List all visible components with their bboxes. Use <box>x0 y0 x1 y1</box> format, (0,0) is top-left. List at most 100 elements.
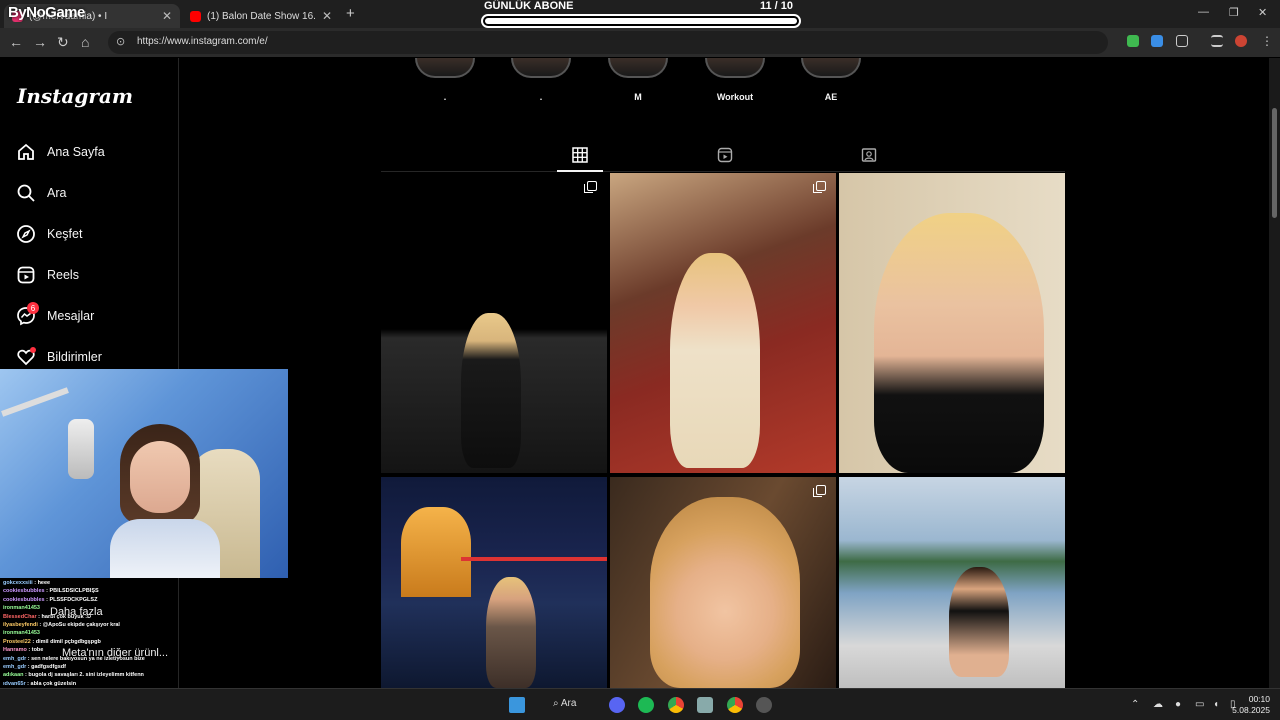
chat-text: PLSSFDCKPGLSZ <box>49 596 98 603</box>
chat-username[interactable]: adıkaan <box>3 672 23 678</box>
compass-icon <box>16 224 36 244</box>
chat-username[interactable]: gokcexxsiii <box>3 580 33 586</box>
streamer-webcam <box>0 369 288 578</box>
post-thumbnail[interactable] <box>381 173 607 473</box>
chat-username[interactable]: BlessedChar <box>3 614 37 620</box>
chat-username[interactable]: ilyasbeyfendi <box>3 622 38 628</box>
chat-username[interactable]: cookiesbubbles <box>3 588 45 594</box>
minimize-button[interactable]: — <box>1198 6 1209 18</box>
chrome-active-icon[interactable] <box>727 697 743 713</box>
taskbar-search[interactable]: ⌕ Ara <box>553 698 576 709</box>
highlight-1[interactable]: . <box>415 58 475 104</box>
search-icon <box>16 183 36 203</box>
home-icon[interactable]: ⌂ <box>81 34 89 50</box>
back-arrow-icon[interactable]: ← <box>9 34 23 50</box>
post-thumbnail[interactable] <box>381 477 607 688</box>
chat-username[interactable]: ironman41453 <box>3 630 40 636</box>
close-tab-icon[interactable]: ✕ <box>322 9 332 23</box>
chat-text: bugola dj savaşları 2. sini izleyelimm k… <box>28 672 144 679</box>
close-tab-icon[interactable]: ✕ <box>162 9 172 23</box>
tray-volume-icon[interactable]: ◖ <box>1213 699 1219 710</box>
chat-username[interactable]: Hanramo <box>3 647 27 653</box>
site-info-icon[interactable]: ⊙ <box>116 35 125 48</box>
sound-extension-icon[interactable] <box>1151 35 1163 47</box>
notification-dot <box>30 347 36 353</box>
messenger-icon: 6 <box>16 302 39 326</box>
tray-mic-icon[interactable]: ● <box>1175 699 1181 710</box>
chat-message: ıdvan65r : abla çok güzelsin <box>3 681 76 687</box>
highlight-4[interactable]: Workout <box>705 58 765 104</box>
tray-display-icon[interactable]: ▭ <box>1195 699 1204 710</box>
profile-avatar[interactable] <box>1235 35 1247 47</box>
chat-message: cookiesbubbles : PBILSDSICLPBIŞS <box>3 588 99 594</box>
goal-title: GÜNLÜK ABONE <box>484 0 574 12</box>
app-icon[interactable] <box>697 697 713 713</box>
mosque-illustration <box>401 507 471 597</box>
post-thumbnail[interactable] <box>610 173 836 473</box>
sidebar-item-messages[interactable]: 6 Mesajlar <box>16 302 94 328</box>
sidebar-item-explore[interactable]: Keşfet <box>16 222 82 246</box>
highlight-caption: M <box>634 92 642 102</box>
sidebar-item-label: Ana Sayfa <box>47 145 105 159</box>
highlight-cover <box>415 58 475 78</box>
sidebar-item-home[interactable]: Ana Sayfa <box>16 140 105 164</box>
url-text[interactable]: https://www.instagram.com/e/ <box>137 36 268 47</box>
sidebar-item-reels[interactable]: Reels <box>16 263 79 287</box>
chrome-icon[interactable] <box>668 697 684 713</box>
chat-username[interactable]: emh_gdr <box>3 664 26 670</box>
instagram-logo[interactable]: Instagram <box>17 84 133 108</box>
chat-username[interactable]: ıdvan65r <box>3 681 26 687</box>
windows-start-icon[interactable] <box>509 697 525 713</box>
highlight-cover <box>705 58 765 78</box>
media-control-icon[interactable] <box>1211 35 1223 47</box>
extensions-puzzle-icon[interactable] <box>1176 35 1188 47</box>
close-window-button[interactable]: ✕ <box>1258 6 1267 19</box>
scrollbar-thumb[interactable] <box>1272 108 1277 218</box>
more-link[interactable]: Daha fazla <box>50 606 103 618</box>
highlight-caption: . <box>539 92 543 102</box>
obs-icon[interactable] <box>756 697 772 713</box>
discord-icon[interactable] <box>609 697 625 713</box>
highlight-caption: . <box>443 92 447 102</box>
highlight-cover <box>511 58 571 78</box>
spotify-icon[interactable] <box>638 697 654 713</box>
sidebar-item-notifications[interactable]: Bildirimler <box>16 345 102 369</box>
post-thumbnail[interactable] <box>839 173 1065 473</box>
highlight-5[interactable]: AE <box>801 58 861 104</box>
chat-username[interactable]: Prosteel22 <box>3 639 31 645</box>
highlight-caption: AE <box>824 92 838 102</box>
highlight-3[interactable]: M <box>608 58 668 104</box>
bridge-illustration <box>461 557 607 561</box>
meta-products-link[interactable]: Meta'nın diğer ürünl... <box>62 647 168 659</box>
youtube-favicon-icon <box>190 10 201 22</box>
chat-message: ironman41453 <box>3 630 40 636</box>
chat-username[interactable]: cookiesbubbles <box>3 597 45 603</box>
browser-tab-youtube[interactable]: (1) Balon Date Show 16. Bölüm ✕ <box>182 4 340 28</box>
tray-cloud-icon[interactable]: ☁ <box>1153 699 1163 710</box>
browser-toolbar: ← → ↻ ⌂ ⊙ https://www.instagram.com/e/ <box>0 28 1280 57</box>
tray-chevron-icon[interactable]: ⌃ <box>1131 699 1139 710</box>
reload-icon[interactable]: ↻ <box>57 34 69 51</box>
chat-message: emh_gdr : gadfgsdfgsdf <box>3 664 66 670</box>
post-image-subject <box>461 313 521 468</box>
tab-posts-grid-icon[interactable] <box>572 147 588 163</box>
stream-chat: gokcexxsiii : heee cookiesbubbles : PBILS… <box>0 578 290 688</box>
goal-progress-bar <box>481 14 801 28</box>
maximize-button[interactable]: ❐ <box>1229 6 1239 19</box>
chat-username[interactable]: ironman41453 <box>3 605 40 611</box>
new-tab-button[interactable]: + <box>346 5 355 22</box>
tab-reels-icon[interactable] <box>717 147 733 163</box>
system-clock[interactable]: 00:10 5.08.2025 <box>1232 694 1270 716</box>
sidebar-item-search[interactable]: Ara <box>16 181 66 205</box>
menu-kebab-icon[interactable]: ⋮ <box>1261 34 1273 48</box>
tab-tagged-icon[interactable] <box>861 147 877 163</box>
chat-username[interactable]: emh_gdr <box>3 656 26 662</box>
forward-arrow-icon[interactable]: → <box>33 34 47 50</box>
shield-extension-icon[interactable] <box>1127 35 1139 47</box>
chat-text: abla çok güzelsin <box>30 680 77 687</box>
post-thumbnail[interactable] <box>839 477 1065 688</box>
address-bar[interactable]: ⊙ https://www.instagram.com/e/ <box>108 31 1108 54</box>
highlight-2[interactable]: . <box>511 58 571 104</box>
post-thumbnail[interactable] <box>610 477 836 688</box>
page-scrollbar[interactable] <box>1269 58 1280 688</box>
